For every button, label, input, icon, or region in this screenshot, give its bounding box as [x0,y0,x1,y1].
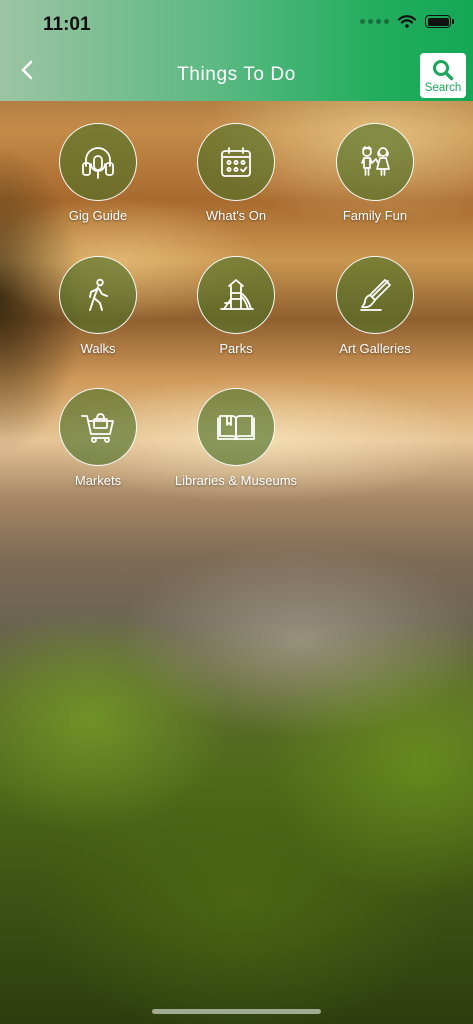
whats-on-circle[interactable] [197,123,275,201]
headphones-icon [82,147,114,179]
grid-item-markets[interactable]: Markets [23,388,173,488]
walks-label: Walks [80,341,116,356]
search-label: Search [424,82,462,94]
grid-item-libraries-museums[interactable]: Libraries & Museums [161,388,311,488]
children-icon [361,146,390,176]
search-button[interactable]: Search [420,53,466,98]
shopping-cart-icon [81,413,114,443]
battery-icon [425,15,454,28]
family-fun-circle[interactable] [336,123,414,201]
gig-guide-label: Gig Guide [68,208,128,223]
paintbrush-icon [360,279,391,311]
walks-circle[interactable] [59,256,137,334]
parks-label: Parks [219,341,253,356]
playground-icon [220,279,254,310]
book-icon [217,415,255,440]
status-time: 11:01 [43,14,91,35]
art-galleries-label: Art Galleries [339,341,411,356]
grid-item-parks[interactable]: Parks [161,256,311,356]
screen: Things To Do Search 11:01 Gig Guide What… [0,0,473,1024]
page-title: Things To Do [177,64,296,85]
libraries-museums-label: Libraries & Museums [174,473,298,488]
parks-circle[interactable] [197,256,275,334]
gig-guide-circle[interactable] [59,123,137,201]
libraries-museums-circle[interactable] [197,388,275,466]
markets-label: Markets [74,473,122,488]
grid-item-whats-on[interactable]: What's On [161,123,311,223]
home-indicator[interactable] [152,1009,321,1014]
whats-on-label: What's On [205,208,267,223]
grid-item-gig-guide[interactable]: Gig Guide [23,123,173,223]
walking-person-icon [89,278,108,311]
calendar-icon [221,147,251,177]
family-fun-label: Family Fun [342,208,408,223]
wifi-icon [398,15,416,28]
grid-item-walks[interactable]: Walks [23,256,173,356]
cellular-signal-icon [360,19,389,24]
art-galleries-circle[interactable] [336,256,414,334]
grid-item-art-galleries[interactable]: Art Galleries [300,256,450,356]
search-icon [433,60,454,81]
status-icons [360,15,454,28]
grid-item-family-fun[interactable]: Family Fun [300,123,450,223]
markets-circle[interactable] [59,388,137,466]
status-bar: 11:01 [0,0,473,50]
